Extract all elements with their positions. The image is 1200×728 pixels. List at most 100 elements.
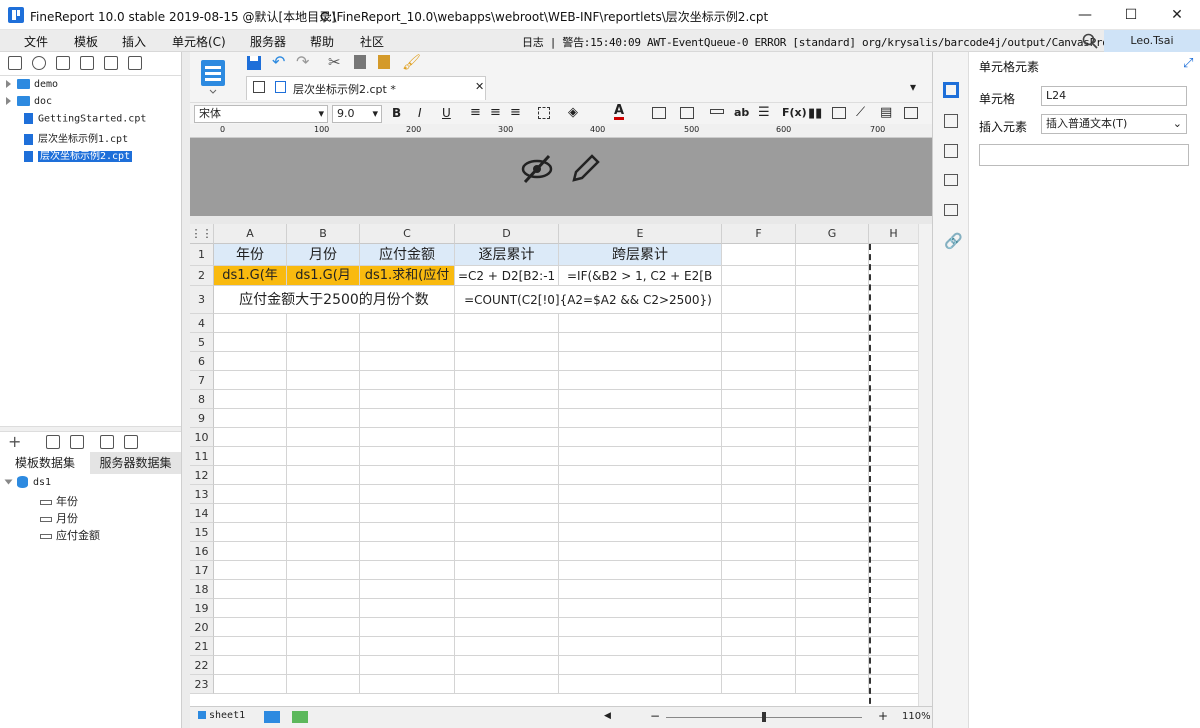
- grid-cell[interactable]: [287, 314, 360, 333]
- grid-cell[interactable]: [287, 428, 360, 447]
- grid-cell[interactable]: [559, 314, 722, 333]
- grid-cell[interactable]: [796, 390, 869, 409]
- grid-cell[interactable]: [722, 371, 796, 390]
- grid-cell[interactable]: [214, 675, 287, 694]
- grid-cell[interactable]: [455, 599, 559, 618]
- grid-cell[interactable]: [214, 447, 287, 466]
- grid-cell[interactable]: [796, 314, 869, 333]
- grid-cell[interactable]: [796, 542, 869, 561]
- preview-icon[interactable]: [100, 435, 114, 449]
- grid-cell[interactable]: [214, 390, 287, 409]
- grid-cell[interactable]: [722, 656, 796, 675]
- grid-cell[interactable]: [455, 637, 559, 656]
- insert-slash-icon[interactable]: ⟋: [856, 105, 865, 120]
- grid-cell[interactable]: [869, 618, 919, 637]
- grid-cell[interactable]: [360, 466, 455, 485]
- zoom-level[interactable]: 110%: [902, 711, 931, 722]
- hide-icon[interactable]: [520, 152, 554, 186]
- grid-cell[interactable]: [214, 314, 287, 333]
- widget-icon[interactable]: [944, 174, 958, 186]
- row-header[interactable]: 5: [190, 333, 214, 352]
- grid-cell[interactable]: [722, 428, 796, 447]
- menu-cell[interactable]: 单元格(C): [172, 33, 226, 50]
- grid-cell[interactable]: [796, 656, 869, 675]
- row-header[interactable]: 18: [190, 580, 214, 599]
- vertical-scrollbar[interactable]: [918, 224, 932, 706]
- search-icon[interactable]: [1082, 33, 1098, 49]
- menu-template[interactable]: 模板: [74, 33, 98, 50]
- grid-cell[interactable]: [559, 390, 722, 409]
- grid-cell[interactable]: [722, 542, 796, 561]
- grid-cell[interactable]: [869, 371, 919, 390]
- col-header-h[interactable]: H: [869, 224, 919, 244]
- add-dataset-icon[interactable]: +: [8, 432, 21, 451]
- grid-cell[interactable]: [360, 428, 455, 447]
- grid-cell[interactable]: [214, 656, 287, 675]
- menu-help[interactable]: 帮助: [310, 33, 334, 50]
- font-color-icon[interactable]: A: [614, 104, 625, 120]
- grid-cell[interactable]: [287, 599, 360, 618]
- grid-cell[interactable]: [869, 244, 919, 266]
- grid-cell[interactable]: [796, 485, 869, 504]
- menu-file[interactable]: 文件: [24, 33, 48, 50]
- grid-cell[interactable]: [796, 675, 869, 694]
- grid-cell[interactable]: [360, 637, 455, 656]
- row-header[interactable]: 8: [190, 390, 214, 409]
- grid-cell[interactable]: [869, 333, 919, 352]
- row-header[interactable]: 13: [190, 485, 214, 504]
- grid-cell[interactable]: [455, 561, 559, 580]
- unmerge-icon[interactable]: [680, 107, 694, 119]
- menu-server[interactable]: 服务器: [250, 33, 286, 50]
- col-header-a[interactable]: A: [214, 224, 287, 244]
- tree-item-example1[interactable]: 层次坐标示例1.cpt: [24, 130, 128, 147]
- grid-cell[interactable]: [796, 266, 869, 286]
- tab-server-dataset[interactable]: 服务器数据集: [90, 452, 181, 474]
- grid-cell[interactable]: [455, 371, 559, 390]
- row-header[interactable]: 6: [190, 352, 214, 371]
- grid-cell[interactable]: [455, 333, 559, 352]
- row-header[interactable]: 10: [190, 428, 214, 447]
- col-header-g[interactable]: G: [796, 224, 869, 244]
- grid-cell[interactable]: [287, 409, 360, 428]
- grid-cell[interactable]: [287, 675, 360, 694]
- expand-icon[interactable]: [6, 80, 11, 88]
- grid-cell[interactable]: [214, 637, 287, 656]
- grid-cell[interactable]: [559, 561, 722, 580]
- grid-cell[interactable]: [287, 618, 360, 637]
- zoom-slider-handle[interactable]: [762, 712, 766, 722]
- row-header[interactable]: 15: [190, 523, 214, 542]
- grid-cell[interactable]: [360, 447, 455, 466]
- grid-cell[interactable]: [869, 580, 919, 599]
- cell-d3[interactable]: =COUNT(C2[!0]{A2=$A2 && C2>2500}): [455, 286, 722, 314]
- insert-subreport-icon[interactable]: ▤: [880, 105, 892, 120]
- grid-cell[interactable]: [214, 523, 287, 542]
- grid-cell[interactable]: [869, 266, 919, 286]
- cell-c2[interactable]: ds1.求和(应付: [360, 266, 455, 286]
- bold-icon[interactable]: B: [392, 106, 401, 120]
- grid-cell[interactable]: [559, 637, 722, 656]
- cell-a3[interactable]: 应付金额大于2500的月份个数: [214, 286, 455, 314]
- grid-cell[interactable]: [455, 447, 559, 466]
- grid-cell[interactable]: [722, 485, 796, 504]
- insert-richtext-icon[interactable]: ☰: [758, 105, 770, 120]
- redo-icon[interactable]: ↷: [296, 52, 309, 71]
- insert-element-select[interactable]: 插入普通文本(T) ⌄: [1041, 114, 1187, 134]
- grid-cell[interactable]: [214, 542, 287, 561]
- grid-cell[interactable]: [869, 523, 919, 542]
- row-header[interactable]: 17: [190, 561, 214, 580]
- cell-c1[interactable]: 应付金额: [360, 244, 455, 266]
- grid-cell[interactable]: [360, 542, 455, 561]
- grid-cell[interactable]: [455, 466, 559, 485]
- zoom-out-icon[interactable]: −: [650, 709, 660, 723]
- grid-cell[interactable]: [722, 266, 796, 286]
- add-form-sheet-icon[interactable]: [292, 711, 308, 723]
- grid-cell[interactable]: [455, 523, 559, 542]
- insert-formula-icon[interactable]: F(x): [782, 106, 807, 119]
- field-year[interactable]: 年份: [40, 493, 78, 510]
- grid-cell[interactable]: [722, 523, 796, 542]
- grid-cell[interactable]: [722, 244, 796, 266]
- menu-community[interactable]: 社区: [360, 33, 384, 50]
- grid-cell[interactable]: [214, 333, 287, 352]
- grid-cell[interactable]: [722, 409, 796, 428]
- grid-cell[interactable]: [869, 485, 919, 504]
